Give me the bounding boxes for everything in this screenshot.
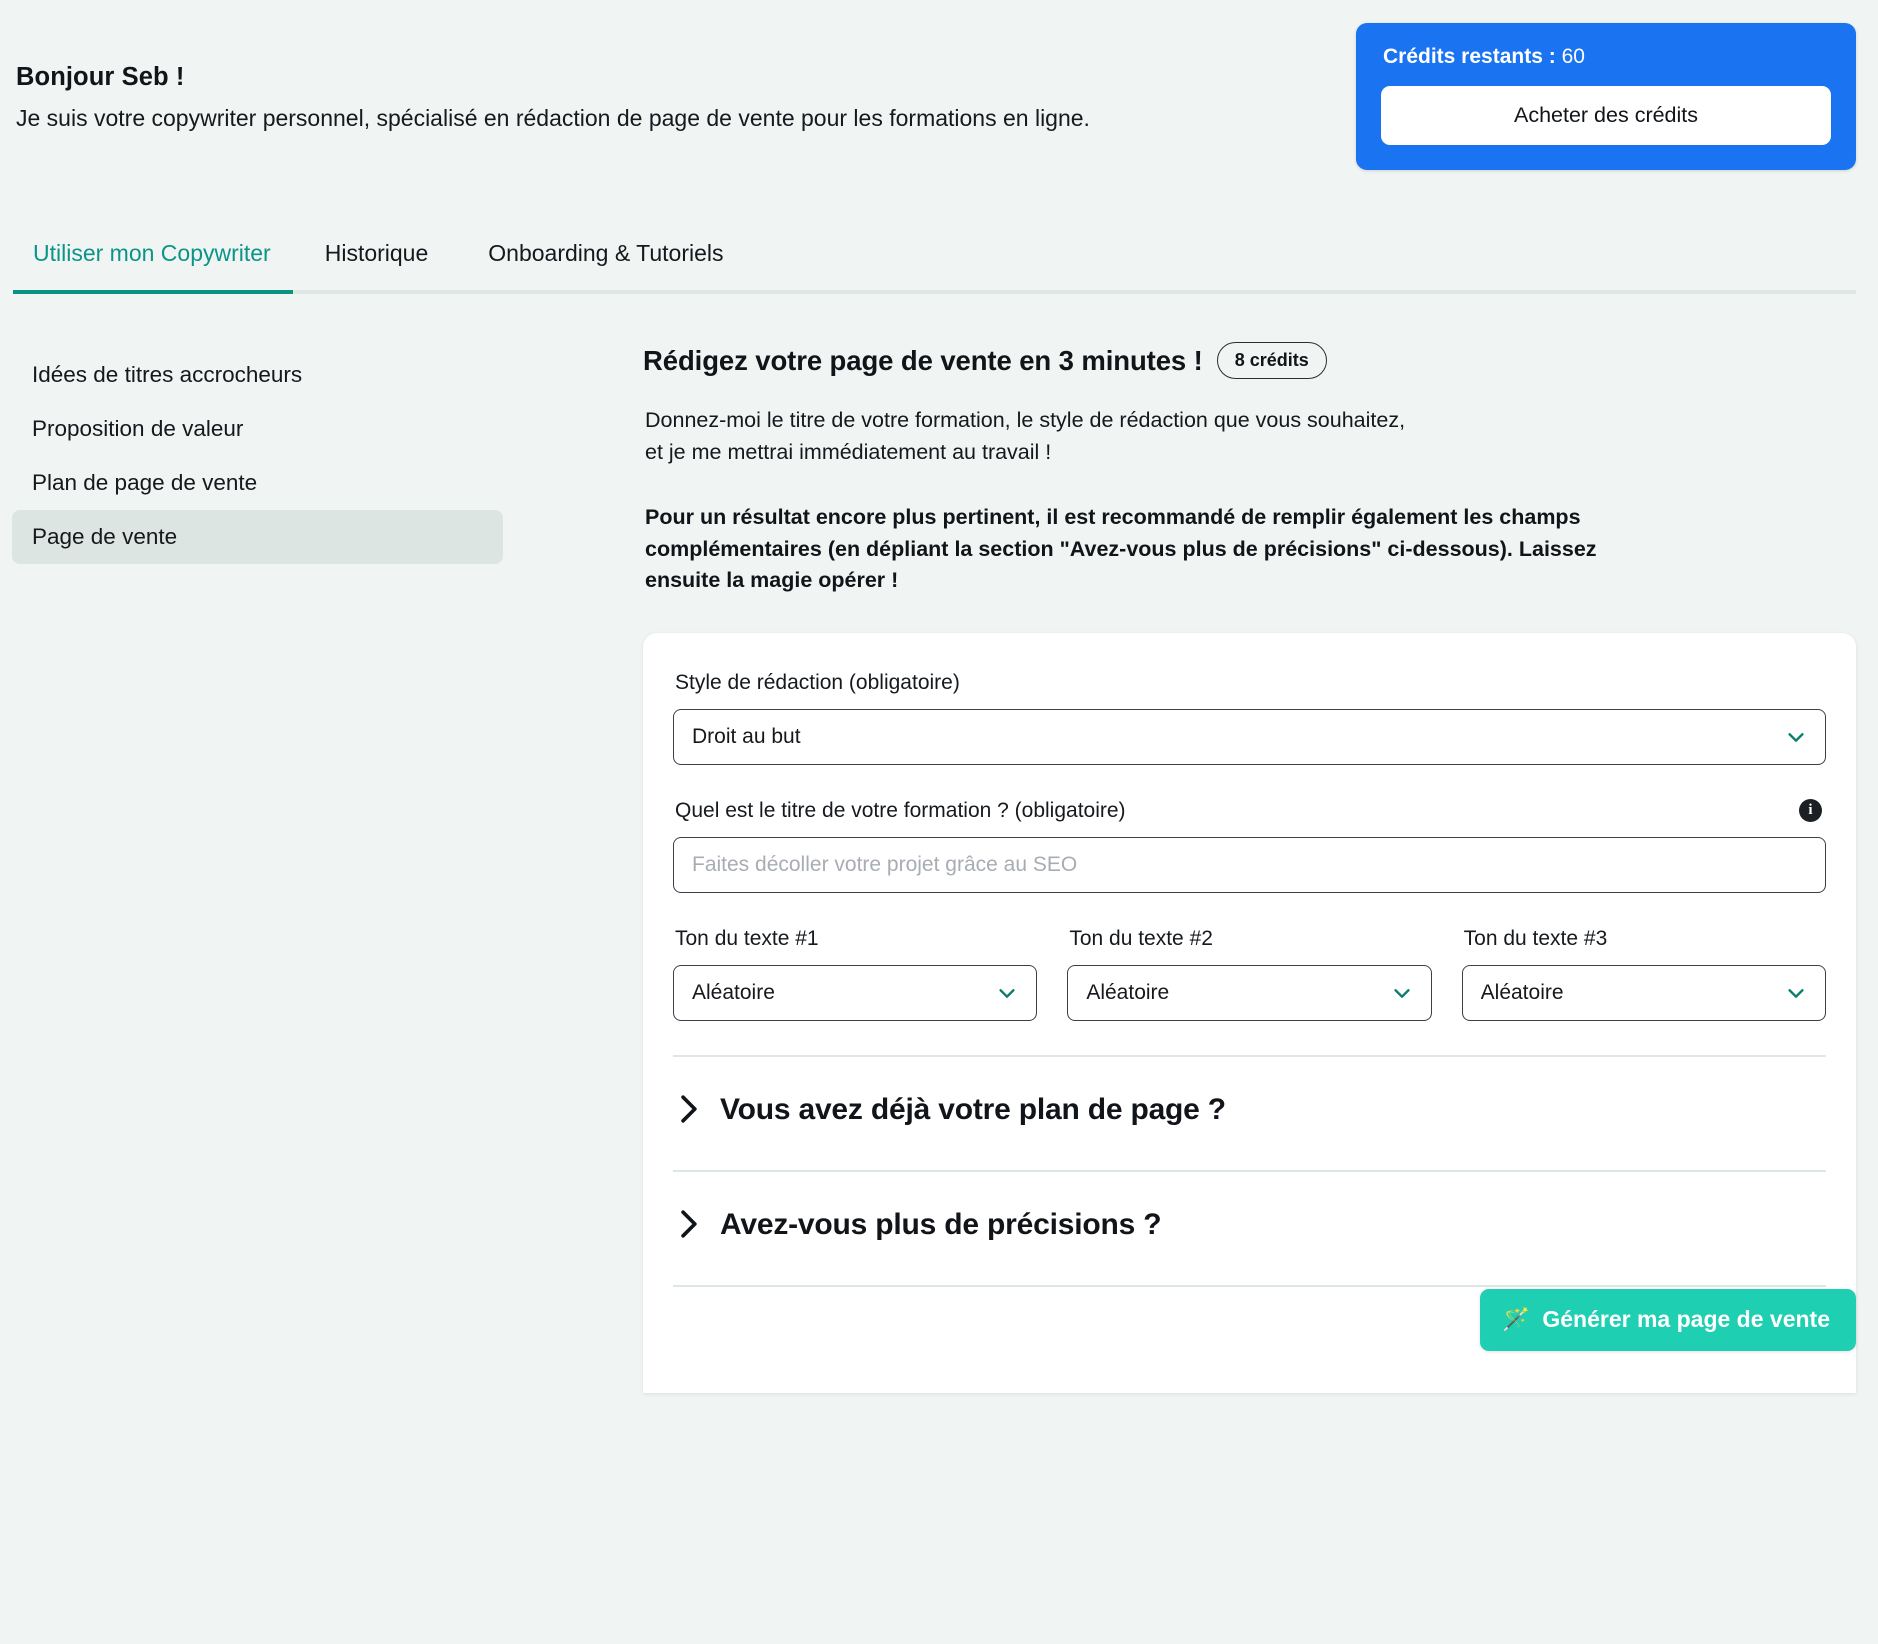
generation-form-card: Style de rédaction (obligatoire) Droit a… [643,632,1856,1393]
chevron-down-icon [999,989,1015,998]
credits-remaining-label: Crédits restants : [1383,45,1556,68]
formation-title-label-row: Quel est le titre de votre formation ? (… [673,799,1826,823]
tab-active-underline [13,290,293,294]
generate-row: 🪄 Générer ma page de vente [1479,1288,1856,1351]
chevron-down-icon [1788,733,1804,742]
accordion-precisions[interactable]: Avez-vous plus de précisions ? [673,1172,1826,1275]
credit-cost-badge: 8 crédits [1216,342,1327,379]
page-header: Bonjour Seb ! Je suis votre copywriter p… [0,0,1878,230]
tone-select-2-value: Aléatoire [1086,980,1170,1004]
info-icon[interactable]: i [1799,799,1822,823]
intro-paragraph: Donnez-moi le titre de votre formation, … [645,405,1856,468]
chevron-down-icon [1394,989,1410,998]
sidebar-item-proposition-de-valeur[interactable]: Proposition de valeur [12,402,503,456]
tone-field-3: Ton du texte #3 Aléatoire [1461,926,1826,1021]
formation-title-label: Quel est le titre de votre formation ? (… [675,798,1126,822]
sidebar-item-idees-de-titres[interactable]: Idées de titres accrocheurs [12,348,503,402]
greeting-block: Bonjour Seb ! Je suis votre copywriter p… [14,0,1090,135]
style-select-value: Droit au but [692,724,801,748]
greeting-title: Bonjour Seb ! [16,63,185,91]
main-header: Rédigez votre page de vente en 3 minutes… [643,342,1856,379]
tone-select-2[interactable]: Aléatoire [1067,964,1432,1021]
tone-field-1: Ton du texte #1 Aléatoire [673,926,1038,1021]
tab-onboarding-tutoriels[interactable]: Onboarding & Tutoriels [458,230,753,267]
tab-historique[interactable]: Historique [295,230,459,267]
sidebar-item-plan-de-page-de-vente[interactable]: Plan de page de vente [12,456,503,510]
tab-bar: Utiliser mon Copywriter Historique Onboa… [0,230,1878,306]
generate-sales-page-label: Générer ma page de vente [1542,1305,1830,1332]
magic-wand-icon: 🪄 [1501,1305,1531,1332]
greeting-subtitle: Je suis votre copywriter personnel, spéc… [16,104,1090,131]
credits-remaining: Crédits restants : 60 [1383,45,1831,69]
chevron-down-icon [1788,989,1804,998]
tab-utiliser-mon-copywriter[interactable]: Utiliser mon Copywriter [14,230,295,267]
intro-strong-paragraph: Pour un résultat encore plus pertinent, … [645,505,1597,593]
chevron-right-icon [681,1095,697,1124]
buy-credits-button[interactable]: Acheter des crédits [1381,86,1831,145]
accordion-plan-de-page-title: Vous avez déjà votre plan de page ? [720,1092,1226,1126]
formation-title-input[interactable] [673,836,1826,893]
main-panel: Rédigez votre page de vente en 3 minutes… [643,306,1878,1644]
tone-select-3[interactable]: Aléatoire [1461,964,1826,1021]
style-label: Style de rédaction (obligatoire) [675,670,960,694]
page-title: Rédigez votre page de vente en 3 minutes… [643,344,1203,376]
divider-below-accordions [673,1284,1826,1287]
style-field: Style de rédaction (obligatoire) Droit a… [673,671,1826,765]
credits-card: Crédits restants : 60 Acheter des crédit… [1356,23,1856,170]
chevron-right-icon [681,1210,697,1239]
style-select[interactable]: Droit au but [673,708,1826,765]
tone-select-1[interactable]: Aléatoire [673,964,1038,1021]
tone-row: Ton du texte #1 Aléatoire Ton du texte #… [673,927,1826,1021]
credits-remaining-value: 60 [1561,45,1585,68]
intro-line-2: et je me mettrai immédiatement au travai… [645,439,1052,464]
tone-field-2: Ton du texte #2 Aléatoire [1067,926,1432,1021]
sidebar: Idées de titres accrocheurs Proposition … [0,306,643,1644]
accordion-precisions-title: Avez-vous plus de précisions ? [720,1207,1162,1241]
tone-label-3: Ton du texte #3 [1463,926,1608,950]
formation-title-field: Quel est le titre de votre formation ? (… [673,799,1826,893]
tone-select-3-value: Aléatoire [1480,980,1564,1004]
tone-select-1-value: Aléatoire [692,980,775,1004]
generate-sales-page-button[interactable]: 🪄 Générer ma page de vente [1479,1288,1856,1351]
content-layout: Idées de titres accrocheurs Proposition … [0,306,1878,1644]
intro-line-1: Donnez-moi le titre de votre formation, … [645,408,1406,432]
sidebar-item-page-de-vente[interactable]: Page de vente [12,509,503,564]
tone-label-1: Ton du texte #1 [675,926,819,950]
tab-list: Utiliser mon Copywriter Historique Onboa… [14,230,1864,306]
tone-label-2: Ton du texte #2 [1069,926,1213,950]
accordion-plan-de-page[interactable]: Vous avez déjà votre plan de page ? [673,1057,1826,1160]
